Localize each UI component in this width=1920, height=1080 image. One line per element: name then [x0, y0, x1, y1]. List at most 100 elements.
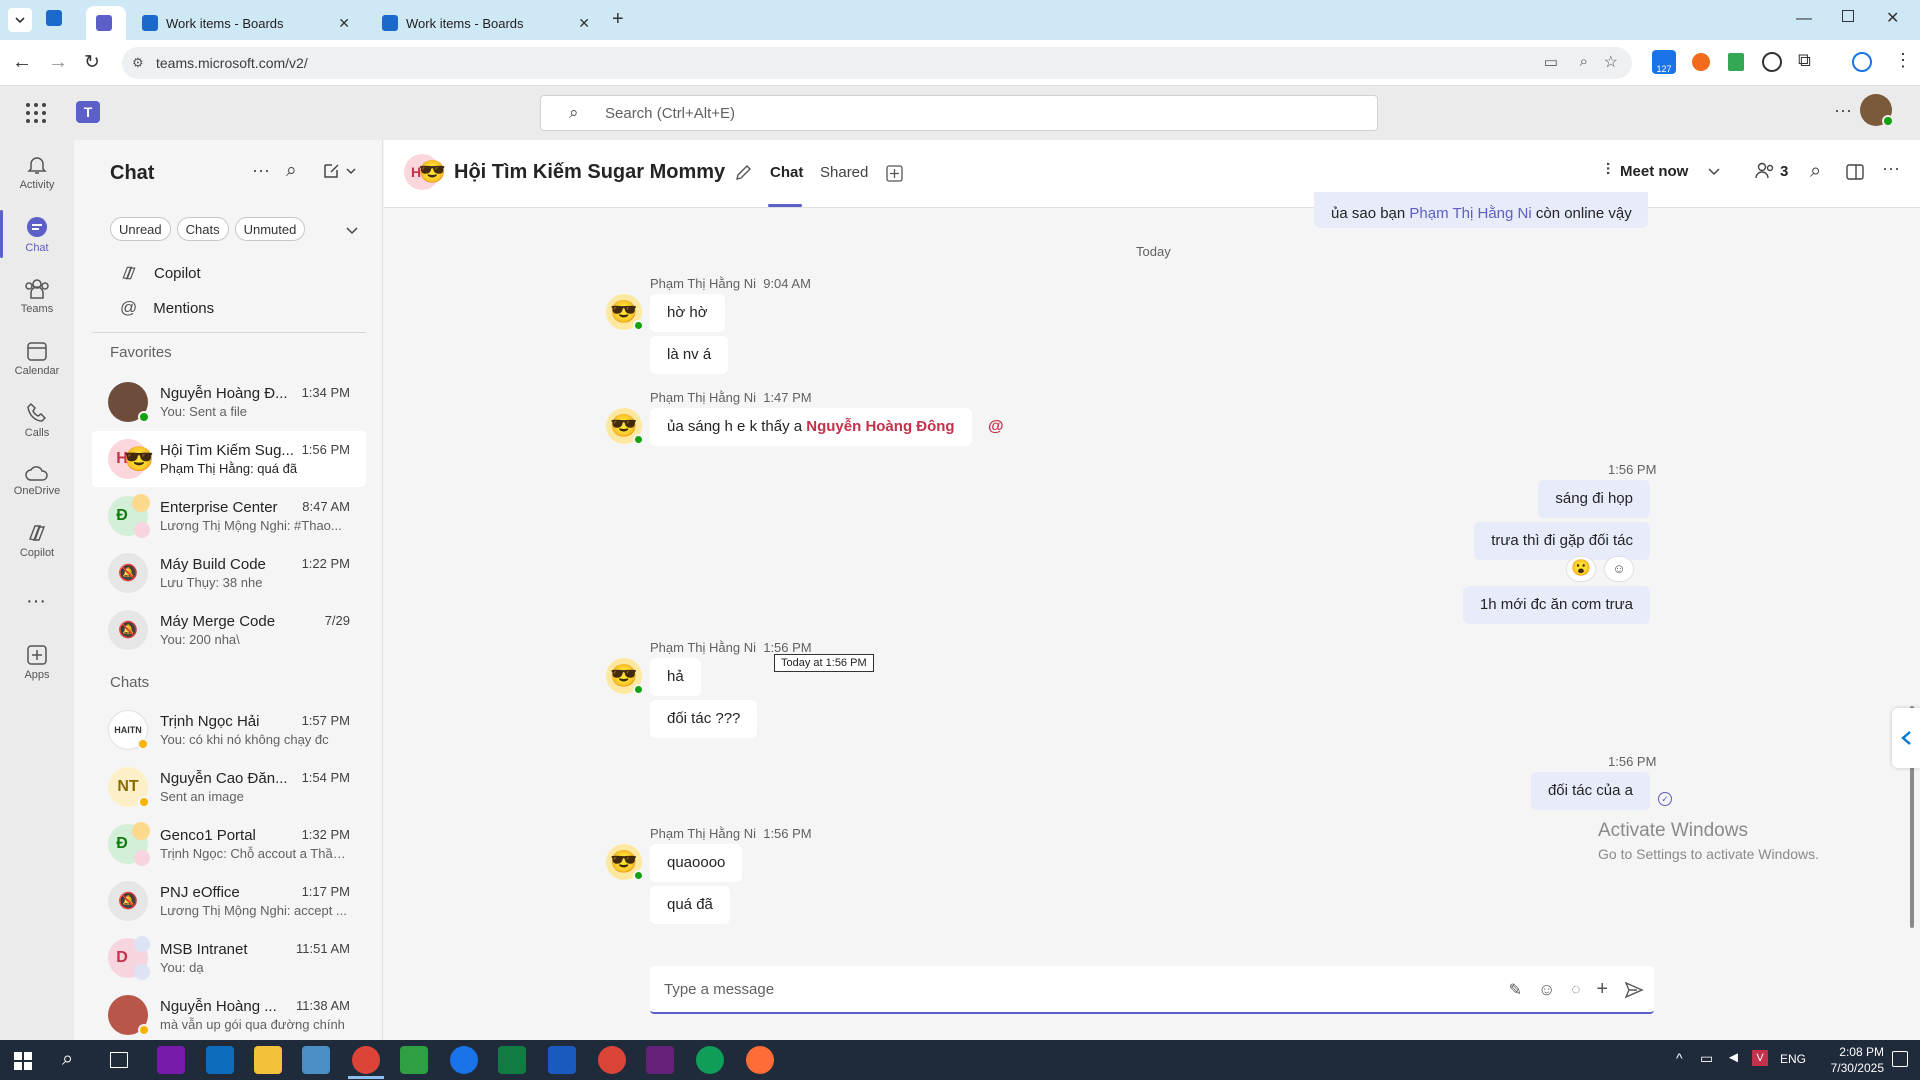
filter-search-icon[interactable]: ⌕	[286, 160, 297, 182]
filter-chats[interactable]: Chats	[176, 217, 229, 241]
sender-avatar[interactable]: 😎	[606, 844, 644, 881]
tab-shared[interactable]: Shared	[820, 164, 868, 181]
teamviewer-app-icon[interactable]	[450, 1046, 478, 1074]
meet-now-button[interactable]: ⫶ Meet now	[1606, 162, 1720, 180]
participants-button[interactable]: 3	[1754, 162, 1788, 180]
message-bubble-own[interactable]: đối tác của a	[1530, 772, 1650, 810]
rail-chat[interactable]: Chat	[0, 204, 74, 264]
message-bubble[interactable]: là nv á	[650, 336, 729, 374]
search-in-chat-icon[interactable]: ⌕	[1810, 160, 1821, 183]
task-view-icon[interactable]	[110, 1052, 128, 1068]
pinned-tab-devops[interactable]	[46, 10, 66, 30]
favorites-header[interactable]: Favorites	[110, 344, 172, 361]
taskbar-search-icon[interactable]: ⌕	[62, 1048, 73, 1071]
tab-list-dropdown[interactable]	[8, 8, 32, 32]
zoom-icon[interactable]: ⌕	[1580, 53, 1588, 70]
emoji-icon[interactable]: ☺	[1538, 980, 1555, 1000]
attach-plus-icon[interactable]: +	[1596, 978, 1608, 1001]
network-tray-icon[interactable]: ▭	[1700, 1050, 1713, 1067]
file-explorer-icon[interactable]	[254, 1046, 282, 1074]
format-icon[interactable]: ✎	[1509, 980, 1522, 1000]
chat-row[interactable]: 🔕 PNJ eOffice 1:17 PM Lương Thị Mộng Nghi:…	[92, 873, 366, 929]
chat-row[interactable]: 🔕 Máy Merge Code 7/29 You: 200 nha\	[92, 602, 366, 658]
chrome-app-icon[interactable]	[352, 1046, 380, 1074]
new-tab-button[interactable]: +	[612, 8, 624, 31]
message-compose-box[interactable]: Type a message ✎ ☺ ◌ +	[650, 966, 1654, 1014]
chat-row[interactable]: D MSB Intranet 11:51 AM You: dạ	[92, 930, 366, 986]
settings-more-icon[interactable]: ···	[1834, 100, 1852, 121]
new-chat-icon[interactable]	[322, 162, 356, 180]
mention-tag[interactable]: Nguyễn Hoàng Đông	[806, 418, 954, 435]
forward-button[interactable]: →	[48, 51, 68, 74]
pinned-tab-teams[interactable]	[86, 6, 126, 40]
chat-row[interactable]: Đ Enterprise Center 8:47 AM Lương Thị Mộng…	[92, 488, 366, 544]
popout-chat-icon[interactable]	[1846, 164, 1864, 180]
extension-badge-icon[interactable]: 127	[1652, 50, 1676, 74]
loop-icon[interactable]: ◌	[1571, 981, 1580, 998]
search-input[interactable]: ⌕ Search (Ctrl+Alt+E)	[540, 95, 1378, 131]
browser-menu-icon[interactable]: ⋮	[1894, 50, 1912, 71]
sender-avatar[interactable]: 😎	[606, 294, 644, 331]
visual-studio-app-icon[interactable]	[646, 1046, 674, 1074]
rail-teams[interactable]: Teams	[0, 266, 74, 326]
chat-more-options-icon[interactable]: ···	[252, 160, 270, 181]
install-app-icon[interactable]: ▭	[1544, 53, 1558, 71]
chat-row[interactable]: NT Nguyễn Cao Đăn... 1:54 PM Sent an image	[92, 759, 366, 815]
back-button[interactable]: ←	[12, 51, 32, 74]
reload-button[interactable]: ↻	[84, 51, 100, 74]
message-bubble[interactable]: ủa sáng h e k thấy a Nguyễn Hoàng Đông	[650, 408, 972, 446]
pinned-copilot[interactable]: Copilot	[120, 264, 201, 282]
site-info-icon[interactable]: ⚙	[132, 55, 144, 71]
message-bubble[interactable]: hờ hờ	[650, 294, 725, 332]
network-app-icon[interactable]	[302, 1046, 330, 1074]
chat-row[interactable]: Nguyễn Hoàng Đ... 1:34 PM You: Sent a file	[92, 374, 366, 430]
chrome-alt-app-icon[interactable]	[696, 1046, 724, 1074]
rail-more-apps-icon[interactable]: ···	[26, 590, 46, 613]
pinned-mentions[interactable]: @ Mentions	[120, 298, 214, 318]
notepad-app-icon[interactable]	[400, 1046, 428, 1074]
address-bar[interactable]: ⚙ teams.microsoft.com/v2/ ▭ ⌕ ☆	[122, 47, 1632, 79]
language-indicator[interactable]: ENG	[1780, 1052, 1806, 1066]
extensions-puzzle-icon[interactable]: ⧉	[1798, 50, 1811, 71]
message-bubble-own[interactable]: ủa sao bạn Phạm Thị Hằng Ni còn online v…	[1314, 192, 1648, 228]
rail-activity[interactable]: Activity	[0, 142, 74, 202]
volume-tray-icon[interactable]: ◄	[1726, 1049, 1741, 1066]
side-panel-handle[interactable]	[1892, 708, 1920, 768]
mention-tag[interactable]: Phạm Thị Hằng Ni	[1409, 205, 1531, 222]
message-bubble[interactable]: quá đã	[650, 886, 730, 924]
reaction-chip[interactable]: 😮	[1566, 556, 1596, 582]
message-bubble-own[interactable]: trưa thì đi gặp đối tác	[1474, 522, 1650, 560]
tab-chat[interactable]: Chat	[770, 164, 803, 181]
windows-start-icon[interactable]	[14, 1052, 32, 1070]
sender-avatar[interactable]: 😎	[606, 658, 644, 695]
rail-copilot[interactable]: Copilot	[0, 510, 74, 570]
rail-onedrive[interactable]: OneDrive	[0, 450, 74, 510]
clock[interactable]: 2:08 PM 7/30/2025	[1816, 1044, 1884, 1076]
chats-header[interactable]: Chats	[110, 674, 149, 691]
rail-apps[interactable]: Apps	[0, 632, 74, 692]
send-icon[interactable]	[1624, 980, 1644, 1000]
extension-grammar-icon[interactable]	[1762, 52, 1782, 72]
rail-calls[interactable]: Calls	[0, 390, 74, 450]
onenote-app-icon[interactable]	[157, 1046, 185, 1074]
filter-unread[interactable]: Unread	[110, 217, 171, 241]
rail-calendar[interactable]: Calendar	[0, 328, 74, 388]
restore-button[interactable]	[1842, 10, 1854, 22]
chevron-down-icon[interactable]	[1708, 165, 1720, 177]
message-bubble-own[interactable]: sáng đi họp	[1538, 480, 1650, 518]
chat-row[interactable]: HAITN Trịnh Ngọc Hải 1:57 PM You: có khi n…	[92, 702, 366, 758]
close-tab-icon[interactable]: ✕	[338, 15, 350, 32]
vietkey-tray-icon[interactable]: V	[1752, 1050, 1768, 1066]
postman-app-icon[interactable]	[746, 1046, 774, 1074]
message-bubble[interactable]: quaoooo	[650, 844, 743, 882]
message-bubble-own[interactable]: 1h mới đc ăn cơm trưa	[1462, 586, 1650, 624]
sender-avatar[interactable]: 😎	[606, 408, 644, 445]
tab-work-items-1[interactable]: Work items - Boards ✕	[132, 6, 360, 40]
more-options-icon[interactable]: ···	[1882, 158, 1900, 179]
app-launcher-icon[interactable]	[26, 103, 46, 123]
filter-unmuted[interactable]: Unmuted	[234, 217, 306, 241]
tab-work-items-2[interactable]: Work items - Boards ✕	[372, 6, 600, 40]
extension-green-icon[interactable]	[1728, 53, 1744, 71]
close-window-button[interactable]: ✕	[1886, 8, 1899, 28]
minimize-button[interactable]: —	[1796, 10, 1812, 28]
